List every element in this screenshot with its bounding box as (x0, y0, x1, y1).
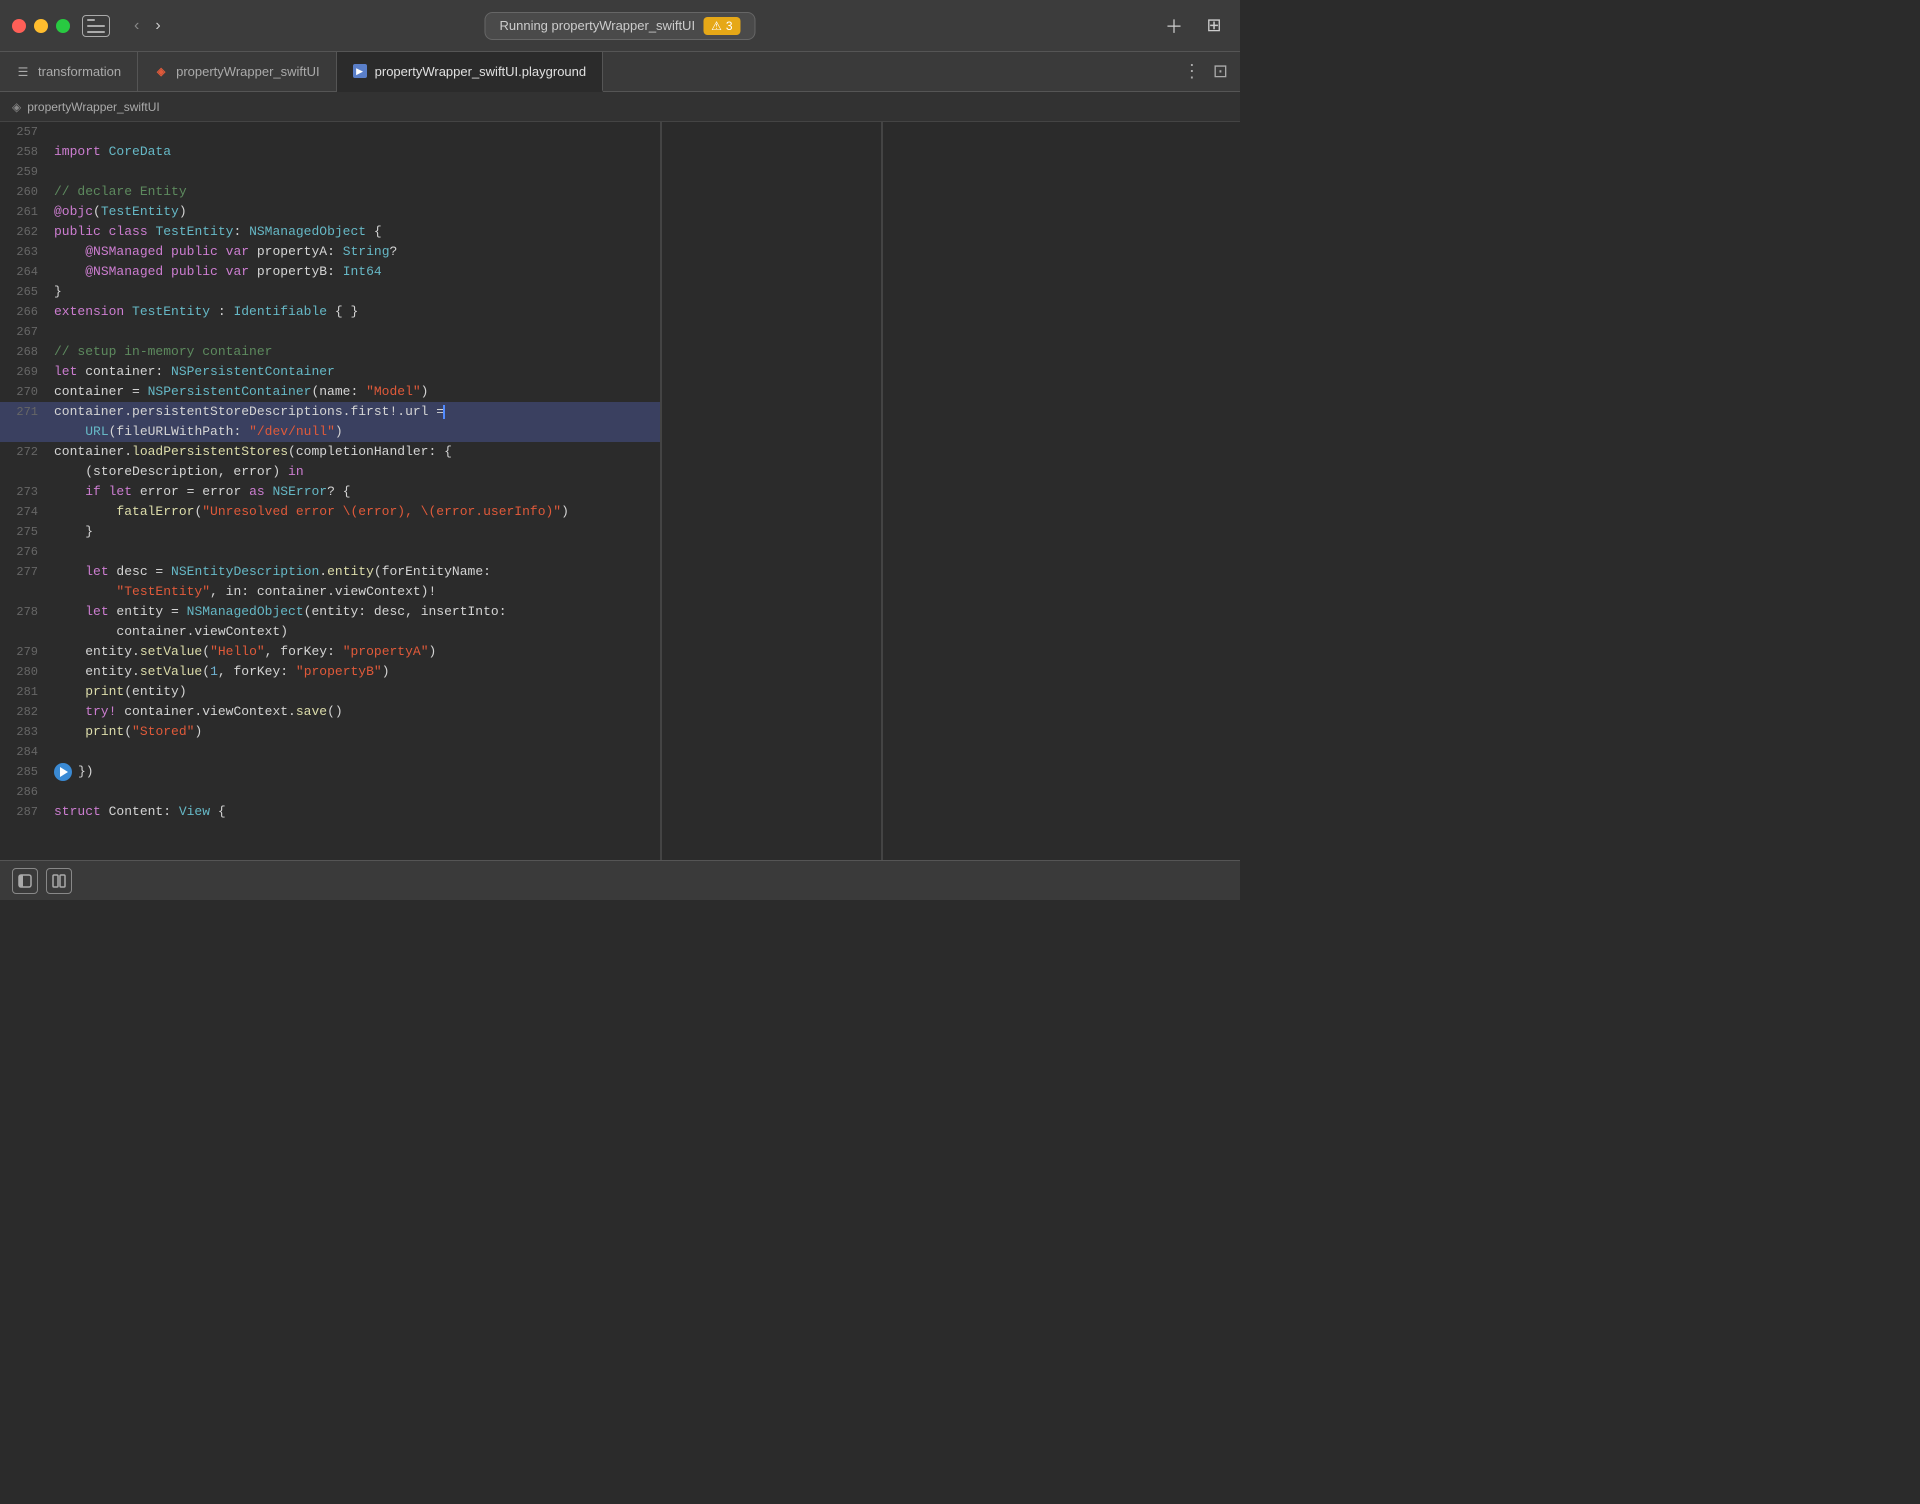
close-button[interactable] (12, 19, 26, 33)
code-line-265: 265 } (0, 282, 660, 302)
running-badge: Running propertyWrapper_swiftUI ⚠ 3 (484, 12, 755, 40)
code-line-277b: "TestEntity", in: container.viewContext)… (0, 582, 660, 602)
sidebar-toggle-icon (87, 19, 105, 33)
title-right: ＋ ⊞ (1160, 12, 1228, 40)
code-lines: 257 258 import CoreData 259 260 // decla… (0, 122, 660, 822)
code-line-272: 272 container.loadPersistentStores(compl… (0, 442, 660, 462)
code-line-283: 283 print("Stored") (0, 722, 660, 742)
warning-badge: ⚠ 3 (703, 17, 740, 35)
code-line-270: 270 container = NSPersistentContainer(na… (0, 382, 660, 402)
code-line-273: 273 if let error = error as NSError? { (0, 482, 660, 502)
code-line-274: 274 fatalError("Unresolved error \(error… (0, 502, 660, 522)
code-line-281: 281 print(entity) (0, 682, 660, 702)
code-line-275: 275 } (0, 522, 660, 542)
results-panel (661, 122, 881, 860)
code-editor[interactable]: 257 258 import CoreData 259 260 // decla… (0, 122, 660, 860)
tabs-right: ⋮ ⊡ (1183, 52, 1240, 91)
code-line-269: 269 let container: NSPersistentContainer (0, 362, 660, 382)
code-line-271b: URL(fileURLWithPath: "/dev/null") (0, 422, 660, 442)
split-icon (52, 874, 66, 888)
code-line-271: 271 container.persistentStoreDescription… (0, 402, 660, 422)
warning-count: 3 (726, 19, 733, 33)
file-path-icon: ◈ (12, 100, 21, 114)
code-line-266: 266 extension TestEntity : Identifiable … (0, 302, 660, 322)
running-label: Running propertyWrapper_swiftUI (499, 18, 695, 33)
code-line-267: 267 (0, 322, 660, 342)
code-line-263: 263 @NSManaged public var propertyA: Str… (0, 242, 660, 262)
code-line-287: 287 struct Content: View { (0, 802, 660, 822)
code-line-272b: (storeDescription, error) in (0, 462, 660, 482)
code-line-279: 279 entity.setValue("Hello", forKey: "pr… (0, 642, 660, 662)
editor-container: 257 258 import CoreData 259 260 // decla… (0, 122, 1240, 860)
code-line-278: 278 let entity = NSManagedObject(entity:… (0, 602, 660, 622)
code-line-276: 276 (0, 542, 660, 562)
warning-icon: ⚠ (711, 19, 722, 33)
playground-icon: ▶ (353, 64, 367, 78)
hide-panel-button[interactable] (12, 868, 38, 894)
nav-arrows: ‹ › (128, 15, 167, 37)
code-line-262: 262 public class TestEntity: NSManagedOb… (0, 222, 660, 242)
code-line-280: 280 entity.setValue(1, forKey: "property… (0, 662, 660, 682)
traffic-lights (12, 19, 70, 33)
code-line-264: 264 @NSManaged public var propertyB: Int… (0, 262, 660, 282)
code-line-259: 259 (0, 162, 660, 182)
code-line-282: 282 try! container.viewContext.save() (0, 702, 660, 722)
tab-propertyWrapper-playground[interactable]: ▶ propertyWrapper_swiftUI.playground (337, 52, 603, 92)
tab-propertyWrapper-swiftUI[interactable]: ◈ propertyWrapper_swiftUI (138, 52, 337, 91)
code-line-268: 268 // setup in-memory container (0, 342, 660, 362)
run-button[interactable] (54, 763, 72, 781)
tab-label: propertyWrapper_swiftUI.playground (375, 64, 586, 79)
code-line-285: 285 }) (0, 762, 660, 782)
right-panels (660, 122, 1240, 860)
tab-transformation[interactable]: ☰ transformation (0, 52, 138, 91)
hide-icon (18, 874, 32, 888)
maximize-button[interactable] (56, 19, 70, 33)
code-line-278b: container.viewContext) (0, 622, 660, 642)
code-line-284: 284 (0, 742, 660, 762)
add-tab-button[interactable]: ＋ (1160, 12, 1188, 40)
code-line-261: 261 @objc(TestEntity) (0, 202, 660, 222)
title-bar: ‹ › Running propertyWrapper_swiftUI ⚠ 3 … (0, 0, 1240, 52)
swift-file-icon: ◈ (154, 65, 168, 79)
minimize-button[interactable] (34, 19, 48, 33)
split-editor-bottom-button[interactable] (46, 868, 72, 894)
file-icon: ☰ (16, 65, 30, 79)
layout-button[interactable]: ⊞ (1200, 12, 1228, 40)
tab-label: transformation (38, 64, 121, 79)
filepath-bar: ◈ propertyWrapper_swiftUI (0, 92, 1240, 122)
code-line-260: 260 // declare Entity (0, 182, 660, 202)
filepath-label: propertyWrapper_swiftUI (27, 100, 160, 114)
split-editor-button[interactable]: ⊡ (1213, 61, 1228, 82)
preview-panel (882, 122, 1240, 860)
tabs-bar: ☰ transformation ◈ propertyWrapper_swift… (0, 52, 1240, 92)
title-center: Running propertyWrapper_swiftUI ⚠ 3 (484, 12, 755, 40)
code-line-277: 277 let desc = NSEntityDescription.entit… (0, 562, 660, 582)
sidebar-toggle-button[interactable] (82, 15, 110, 37)
back-button[interactable]: ‹ (128, 15, 145, 37)
code-line-257: 257 (0, 122, 660, 142)
code-line-258: 258 import CoreData (0, 142, 660, 162)
tab-label: propertyWrapper_swiftUI (176, 64, 320, 79)
code-line-286: 286 (0, 782, 660, 802)
forward-button[interactable]: › (149, 15, 166, 37)
editor-options-button[interactable]: ⋮ (1183, 61, 1201, 82)
bottom-bar (0, 860, 1240, 900)
